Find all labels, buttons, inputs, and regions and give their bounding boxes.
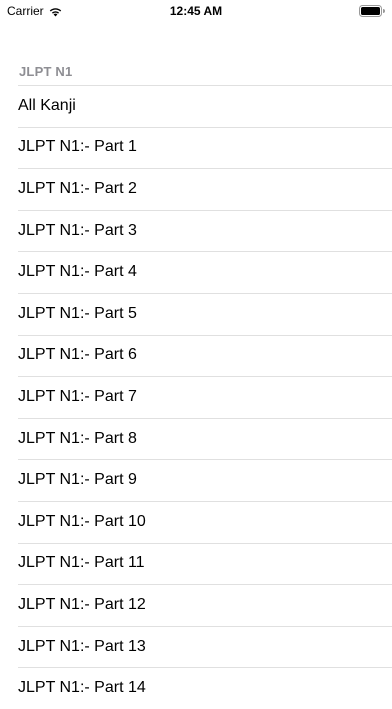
- list-item[interactable]: JLPT N1:- Part 9: [0, 459, 392, 501]
- status-time: 12:45 AM: [169, 4, 223, 18]
- list-item-label: JLPT N1:- Part 11: [18, 554, 145, 572]
- list-item-label: All Kanji: [18, 96, 76, 114]
- list-item[interactable]: JLPT N1:- Part 7: [0, 376, 392, 418]
- list-item-label: JLPT N1:- Part 8: [18, 429, 137, 447]
- list-item-label: JLPT N1:- Part 5: [18, 304, 137, 322]
- list-item[interactable]: JLPT N1:- Part 2: [0, 168, 392, 210]
- list-item[interactable]: JLPT N1:- Part 8: [0, 417, 392, 460]
- list-item[interactable]: JLPT N1:- Part 13: [0, 625, 392, 668]
- list-item[interactable]: JLPT N1:- Part 4: [0, 251, 392, 293]
- list-item[interactable]: JLPT N1:- Part 6: [0, 334, 392, 377]
- list-item[interactable]: JLPT N1:- Part 1: [0, 126, 392, 169]
- list-item[interactable]: JLPT N1:- Part 5: [0, 292, 392, 335]
- list-item-label: JLPT N1:- Part 7: [18, 387, 137, 405]
- list-item[interactable]: JLPT N1:- Part 14: [0, 667, 392, 709]
- list-item-label: JLPT N1:- Part 3: [18, 221, 137, 239]
- list-item-label: JLPT N1:- Part 2: [18, 179, 137, 197]
- list-item-label: JLPT N1:- Part 13: [18, 637, 146, 655]
- status-bar: Carrier 12:45 AM: [0, 0, 392, 22]
- list-item-label: JLPT N1:- Part 4: [18, 263, 137, 281]
- list-item-label: JLPT N1:- Part 1: [18, 138, 137, 156]
- list-item-label: JLPT N1:- Part 10: [18, 512, 146, 530]
- list-item-label: JLPT N1:- Part 12: [18, 595, 146, 613]
- list-item[interactable]: JLPT N1:- Part 10: [0, 500, 392, 543]
- battery-icon: [359, 5, 385, 17]
- list-item[interactable]: JLPT N1:- Part 12: [0, 584, 392, 626]
- list-item[interactable]: JLPT N1:- Part 11: [0, 542, 392, 585]
- list-item-label: JLPT N1:- Part 9: [18, 471, 137, 489]
- list-item-label: JLPT N1:- Part 14: [18, 679, 146, 697]
- list-item-all-kanji[interactable]: All Kanji: [0, 85, 392, 127]
- list-item-label: JLPT N1:- Part 6: [18, 346, 137, 364]
- section-header: JLPT N1: [19, 64, 73, 79]
- list-item[interactable]: JLPT N1:- Part 3: [0, 209, 392, 252]
- kanji-list: All Kanji JLPT N1:- Part 1 JLPT N1:- Par…: [0, 85, 392, 709]
